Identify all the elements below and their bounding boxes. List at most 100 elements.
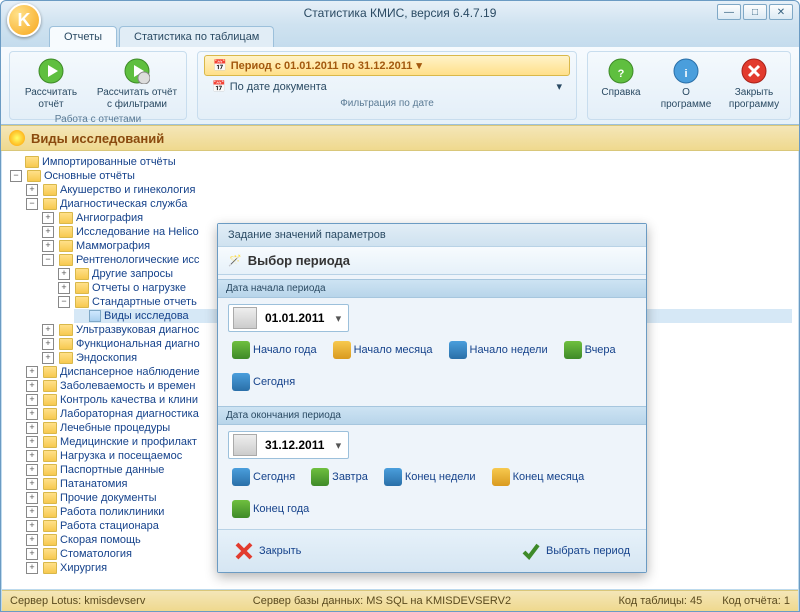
window-title: Статистика КМИС, версия 6.4.7.19: [304, 6, 497, 20]
close-app-button[interactable]: Закрыть программу: [724, 55, 784, 113]
dialog-select-button[interactable]: Выбрать период: [515, 538, 636, 564]
tree-item[interactable]: Основные отчёты: [10, 169, 792, 183]
folder-icon: [43, 198, 57, 210]
quick-today-end-button[interactable]: Сегодня: [228, 465, 299, 489]
calc-report-button[interactable]: Рассчитать отчёт: [16, 55, 86, 113]
tab-tables[interactable]: Статистика по таблицам: [119, 26, 274, 47]
folder-icon: [59, 324, 73, 336]
wand-icon: 🪄: [228, 254, 242, 267]
about-button[interactable]: i О программе: [656, 55, 716, 113]
calendar-icon: [233, 307, 257, 329]
folder-icon: [59, 338, 73, 350]
dialog-header: 🪄 Выбор периода: [218, 247, 646, 275]
folder-icon: [43, 394, 57, 406]
arrow-icon: [564, 341, 582, 359]
app-window: Статистика КМИС, версия 6.4.7.19 ― □ ✕ K…: [0, 0, 800, 612]
app-logo: K: [7, 3, 41, 37]
statusbar: Сервер Lotus: kmisdevserv Сервер базы да…: [2, 590, 798, 611]
folder-icon: [43, 436, 57, 448]
arrow-icon: [232, 373, 250, 391]
help-button[interactable]: ? Справка: [594, 55, 648, 113]
period-mode[interactable]: 📅 По дате документа ▾: [204, 76, 570, 97]
folder-icon: [43, 184, 57, 196]
status-db: Сервер базы данных: MS SQL на KMISDEVSER…: [253, 595, 511, 607]
quick-week-start-button[interactable]: Начало недели: [445, 338, 552, 362]
calendar-icon: [384, 468, 402, 486]
folder-icon: [75, 268, 89, 280]
folder-icon: [43, 450, 57, 462]
folder-icon: [43, 422, 57, 434]
chevron-down-icon: ▾: [416, 59, 422, 72]
play-filter-icon: [123, 57, 151, 85]
calendar-icon: 📅: [212, 80, 226, 93]
folder-icon: [75, 282, 89, 294]
dialog-close-button[interactable]: Закрыть: [228, 538, 307, 564]
arrow-icon: [232, 341, 250, 359]
folder-icon: [59, 240, 73, 252]
quick-month-start-button[interactable]: Начало месяца: [329, 338, 437, 362]
quick-today-button[interactable]: Сегодня: [228, 370, 299, 394]
tree-item[interactable]: Акушерство и гинекология: [26, 183, 792, 197]
calendar-icon: [233, 434, 257, 456]
folder-icon: [43, 506, 57, 518]
calendar-icon: 📅: [213, 59, 227, 72]
end-date-input[interactable]: 31.12.2011 ▾: [228, 431, 349, 459]
ribbon-group-caption: Работа с отчетами: [16, 113, 180, 125]
folder-icon: [59, 254, 73, 266]
chevron-down-icon[interactable]: ▾: [332, 312, 344, 325]
folder-icon: [43, 478, 57, 490]
titlebar: Статистика КМИС, версия 6.4.7.19 ― □ ✕: [1, 1, 799, 25]
hourglass-icon: [492, 468, 510, 486]
tab-reports[interactable]: Отчеты: [49, 26, 117, 47]
section-title: Виды исследований: [31, 131, 164, 146]
calendar-icon: [449, 341, 467, 359]
svg-text:i: i: [684, 68, 687, 80]
folder-icon: [59, 212, 73, 224]
close-icon: [234, 541, 254, 561]
tree-item[interactable]: Диагностическая служба: [26, 197, 792, 211]
quick-yesterday-button[interactable]: Вчера: [560, 338, 620, 362]
info-icon: i: [672, 57, 700, 85]
arrow-icon: [232, 500, 250, 518]
chevron-down-icon[interactable]: ▾: [332, 439, 344, 452]
status-report-code: Код отчёта: 1: [722, 595, 790, 607]
folder-icon: [43, 408, 57, 420]
folder-icon: [27, 170, 41, 182]
folder-icon: [43, 366, 57, 378]
folder-icon: [43, 464, 57, 476]
arrow-icon: [311, 468, 329, 486]
quick-year-start-button[interactable]: Начало года: [228, 338, 321, 362]
tree-item[interactable]: Импортированные отчёты: [10, 155, 792, 169]
minimize-button[interactable]: ―: [717, 4, 741, 20]
close-window-button[interactable]: ✕: [769, 4, 793, 20]
end-date-label: Дата окончания периода: [218, 406, 646, 425]
folder-icon: [25, 156, 39, 168]
svg-text:?: ?: [618, 68, 625, 80]
status-lotus: Сервер Lotus: kmisdevserv: [10, 595, 145, 607]
dialog-title: Задание значений параметров: [218, 224, 646, 247]
folder-icon: [59, 226, 73, 238]
quick-week-end-button[interactable]: Конец недели: [380, 465, 480, 489]
section-header: Виды исследований: [1, 125, 799, 151]
hourglass-icon: [333, 341, 351, 359]
quick-tomorrow-button[interactable]: Завтра: [307, 465, 372, 489]
quick-month-end-button[interactable]: Конец месяца: [488, 465, 589, 489]
ribbon: Рассчитать отчёт Рассчитать отчёт с филь…: [1, 47, 799, 125]
maximize-button[interactable]: □: [743, 4, 767, 20]
folder-icon: [43, 548, 57, 560]
ribbon-group-app: ? Справка i О программе Закрыть программ…: [587, 51, 791, 120]
main-tabs: Отчеты Статистика по таблицам: [1, 25, 799, 47]
calc-report-filter-button[interactable]: Рассчитать отчёт с фильтрами: [94, 55, 180, 113]
folder-icon: [43, 380, 57, 392]
period-display[interactable]: 📅 Период с 01.01.2011 по 31.12.2011 ▾: [204, 55, 570, 76]
start-date-input[interactable]: 01.01.2011 ▾: [228, 304, 349, 332]
quick-year-end-button[interactable]: Конец года: [228, 497, 313, 521]
status-table-code: Код таблицы: 45: [618, 595, 702, 607]
folder-icon: [43, 520, 57, 532]
folder-icon: [59, 352, 73, 364]
ribbon-group-caption: [594, 113, 784, 125]
check-icon: [521, 541, 541, 561]
lightbulb-icon: [9, 130, 25, 146]
folder-icon: [43, 492, 57, 504]
period-dialog: Задание значений параметров 🪄 Выбор пери…: [217, 223, 647, 573]
